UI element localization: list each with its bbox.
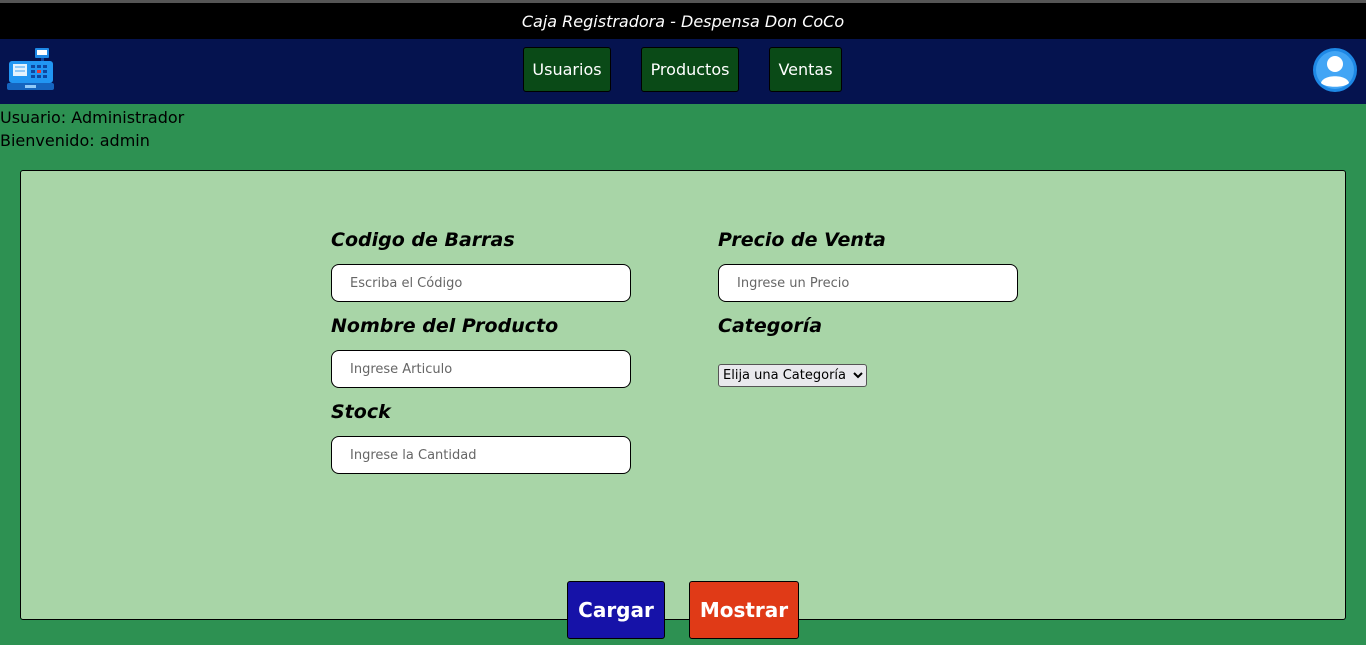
nav-productos-button[interactable]: Productos (641, 47, 739, 92)
welcome-text: Bienvenido: admin (0, 131, 150, 150)
user-role-text: Usuario: Administrador (0, 108, 185, 127)
mostrar-button[interactable]: Mostrar (689, 581, 799, 639)
window-titlebar: Caja Registradora - Despensa Don CoCo (0, 0, 1366, 39)
nav-productos-label: Productos (650, 60, 730, 79)
mostrar-label: Mostrar (699, 598, 789, 622)
category-select[interactable]: Elija una Categoría (718, 364, 867, 387)
user-avatar-icon[interactable] (1312, 47, 1358, 93)
price-label: Precio de Venta (718, 229, 886, 251)
price-input[interactable] (718, 264, 1018, 302)
cargar-button[interactable]: Cargar (567, 581, 665, 639)
category-label: Categoría (718, 315, 823, 337)
stock-label: Stock (331, 401, 391, 423)
window-title: Caja Registradora - Despensa Don CoCo (521, 11, 845, 31)
nav-ventas-button[interactable]: Ventas (769, 47, 842, 92)
cargar-label: Cargar (578, 598, 654, 622)
product-name-label: Nombre del Producto (331, 315, 559, 337)
product-form-panel (20, 170, 1346, 620)
barcode-label: Codigo de Barras (331, 229, 515, 251)
barcode-input[interactable] (331, 264, 631, 302)
nav-usuarios-label: Usuarios (532, 60, 602, 79)
nav-ventas-label: Ventas (778, 60, 833, 79)
product-name-input[interactable] (331, 350, 631, 388)
user-info: Usuario: Administrador Bienvenido: admin (0, 106, 184, 152)
cash-register-icon[interactable] (7, 47, 54, 91)
nav-usuarios-button[interactable]: Usuarios (523, 47, 611, 92)
stock-input[interactable] (331, 436, 631, 474)
top-navbar: Usuarios Productos Ventas (0, 39, 1366, 104)
